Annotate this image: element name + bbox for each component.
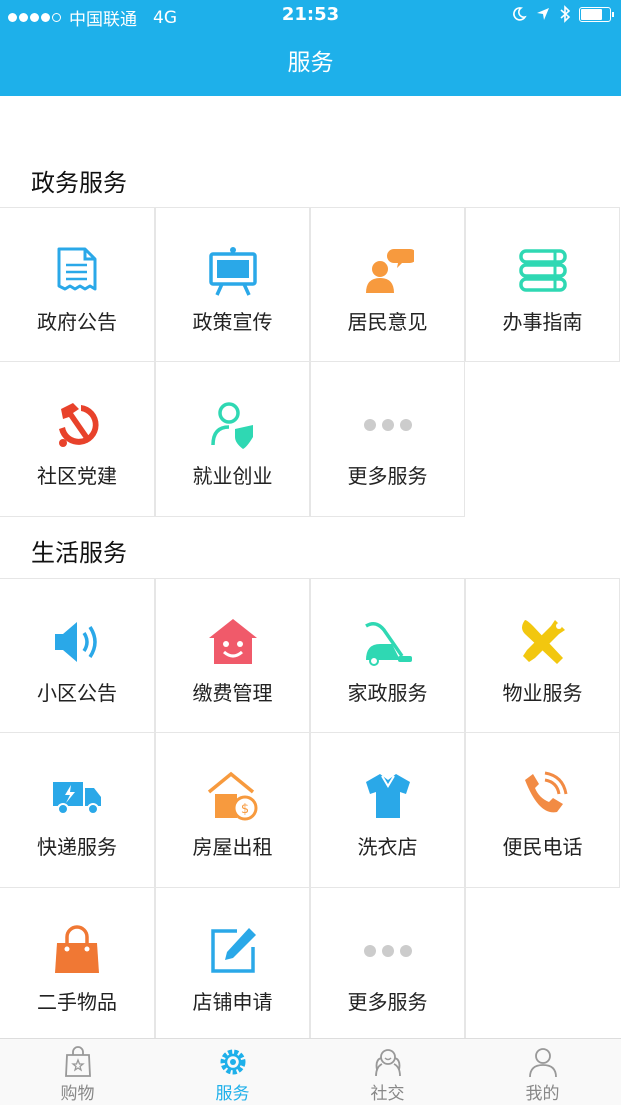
service-label: 办事指南	[502, 310, 583, 334]
service-label: 便民电话	[502, 835, 583, 859]
tab-shopping[interactable]: 购物	[0, 1039, 155, 1105]
tools-icon	[521, 620, 565, 664]
service-label: 更多服务	[347, 990, 428, 1014]
service-item[interactable]: 缴费管理	[155, 578, 310, 733]
service-label: 快递服务	[37, 835, 117, 859]
tab-label: 社交	[370, 1084, 405, 1104]
section-title-life: 生活服务	[31, 539, 127, 567]
page-title: 服务	[287, 50, 334, 76]
document-icon	[57, 247, 97, 291]
service-label: 就业创业	[192, 464, 273, 488]
phone-icon	[524, 771, 567, 813]
books-icon	[518, 249, 567, 292]
service-label: 居民意见	[347, 310, 428, 334]
service-item[interactable]: 居民意见	[310, 207, 465, 362]
person-speech-icon	[365, 249, 414, 293]
tab-label: 我的	[525, 1084, 560, 1104]
bluetooth-icon	[560, 5, 571, 23]
service-item[interactable]: 办事指南	[465, 207, 620, 362]
tab-social[interactable]: 社交	[310, 1039, 465, 1105]
delivery-truck-icon	[53, 782, 101, 815]
shopping-bag-icon	[64, 1046, 91, 1077]
service-item[interactable]: 更多服务	[310, 362, 465, 517]
status-right	[511, 5, 614, 23]
empty-cell	[465, 888, 620, 1043]
service-item[interactable]: 就业创业	[155, 362, 310, 517]
social-icon	[374, 1049, 401, 1077]
more-dots-icon	[363, 945, 412, 957]
service-label: 缴费管理	[192, 681, 273, 705]
tab-bar: 购物 服务 社交 我的	[0, 1038, 621, 1105]
tab-profile[interactable]: 我的	[465, 1039, 620, 1105]
svg-text:$: $	[240, 802, 248, 817]
service-label: 家政服务	[347, 681, 428, 705]
tab-label: 服务	[215, 1084, 250, 1104]
service-item[interactable]: 小区公告	[0, 578, 155, 733]
service-label: 物业服务	[502, 681, 583, 705]
edit-icon	[210, 928, 256, 973]
service-item[interactable]: 家政服务	[310, 578, 465, 733]
tab-label: 购物	[60, 1084, 95, 1104]
service-item[interactable]: 更多服务	[310, 888, 465, 1043]
service-item[interactable]: 二手物品	[0, 888, 155, 1043]
service-label: 二手物品	[37, 990, 117, 1014]
service-item[interactable]: 物业服务	[465, 578, 620, 733]
easel-board-icon	[208, 247, 257, 296]
service-item[interactable]: $ 房屋出租	[155, 733, 310, 888]
service-item[interactable]: 政府公告	[0, 207, 155, 362]
service-label: 政策宣传	[192, 310, 273, 334]
service-label: 房屋出租	[192, 835, 273, 859]
service-item[interactable]: 洗衣店	[310, 733, 465, 888]
service-label: 更多服务	[347, 464, 428, 488]
battery-icon	[579, 6, 614, 22]
service-item[interactable]: 店铺申请	[155, 888, 310, 1043]
service-item[interactable]: 社区党建	[0, 362, 155, 517]
handbag-icon	[55, 925, 99, 973]
shirt-icon	[365, 774, 410, 818]
tab-service[interactable]: 服务	[155, 1039, 310, 1105]
service-item[interactable]: 政策宣传	[155, 207, 310, 362]
section-title-government: 政务服务	[31, 169, 127, 197]
speaker-icon	[55, 622, 97, 662]
service-label: 政府公告	[37, 310, 117, 334]
location-arrow-icon	[537, 8, 549, 20]
moon-icon	[513, 7, 527, 21]
service-label: 小区公告	[37, 681, 117, 705]
service-gear-icon	[220, 1049, 245, 1075]
service-item[interactable]: 便民电话	[465, 733, 620, 888]
house-coin-icon: $	[207, 771, 257, 821]
profile-icon	[528, 1048, 557, 1078]
service-label: 洗衣店	[357, 835, 418, 859]
service-label: 社区党建	[37, 464, 117, 488]
nav-bar: 服务	[0, 30, 621, 96]
person-shield-icon	[210, 402, 253, 449]
vacuum-cleaner-icon	[364, 622, 412, 666]
service-label: 店铺申请	[192, 990, 273, 1014]
more-dots-icon	[363, 419, 412, 431]
status-bar: 中国联通 4G 21:53	[0, 0, 621, 30]
smiling-house-icon	[208, 619, 257, 664]
hammer-sickle-icon	[59, 403, 99, 447]
service-item[interactable]: 快递服务	[0, 733, 155, 888]
